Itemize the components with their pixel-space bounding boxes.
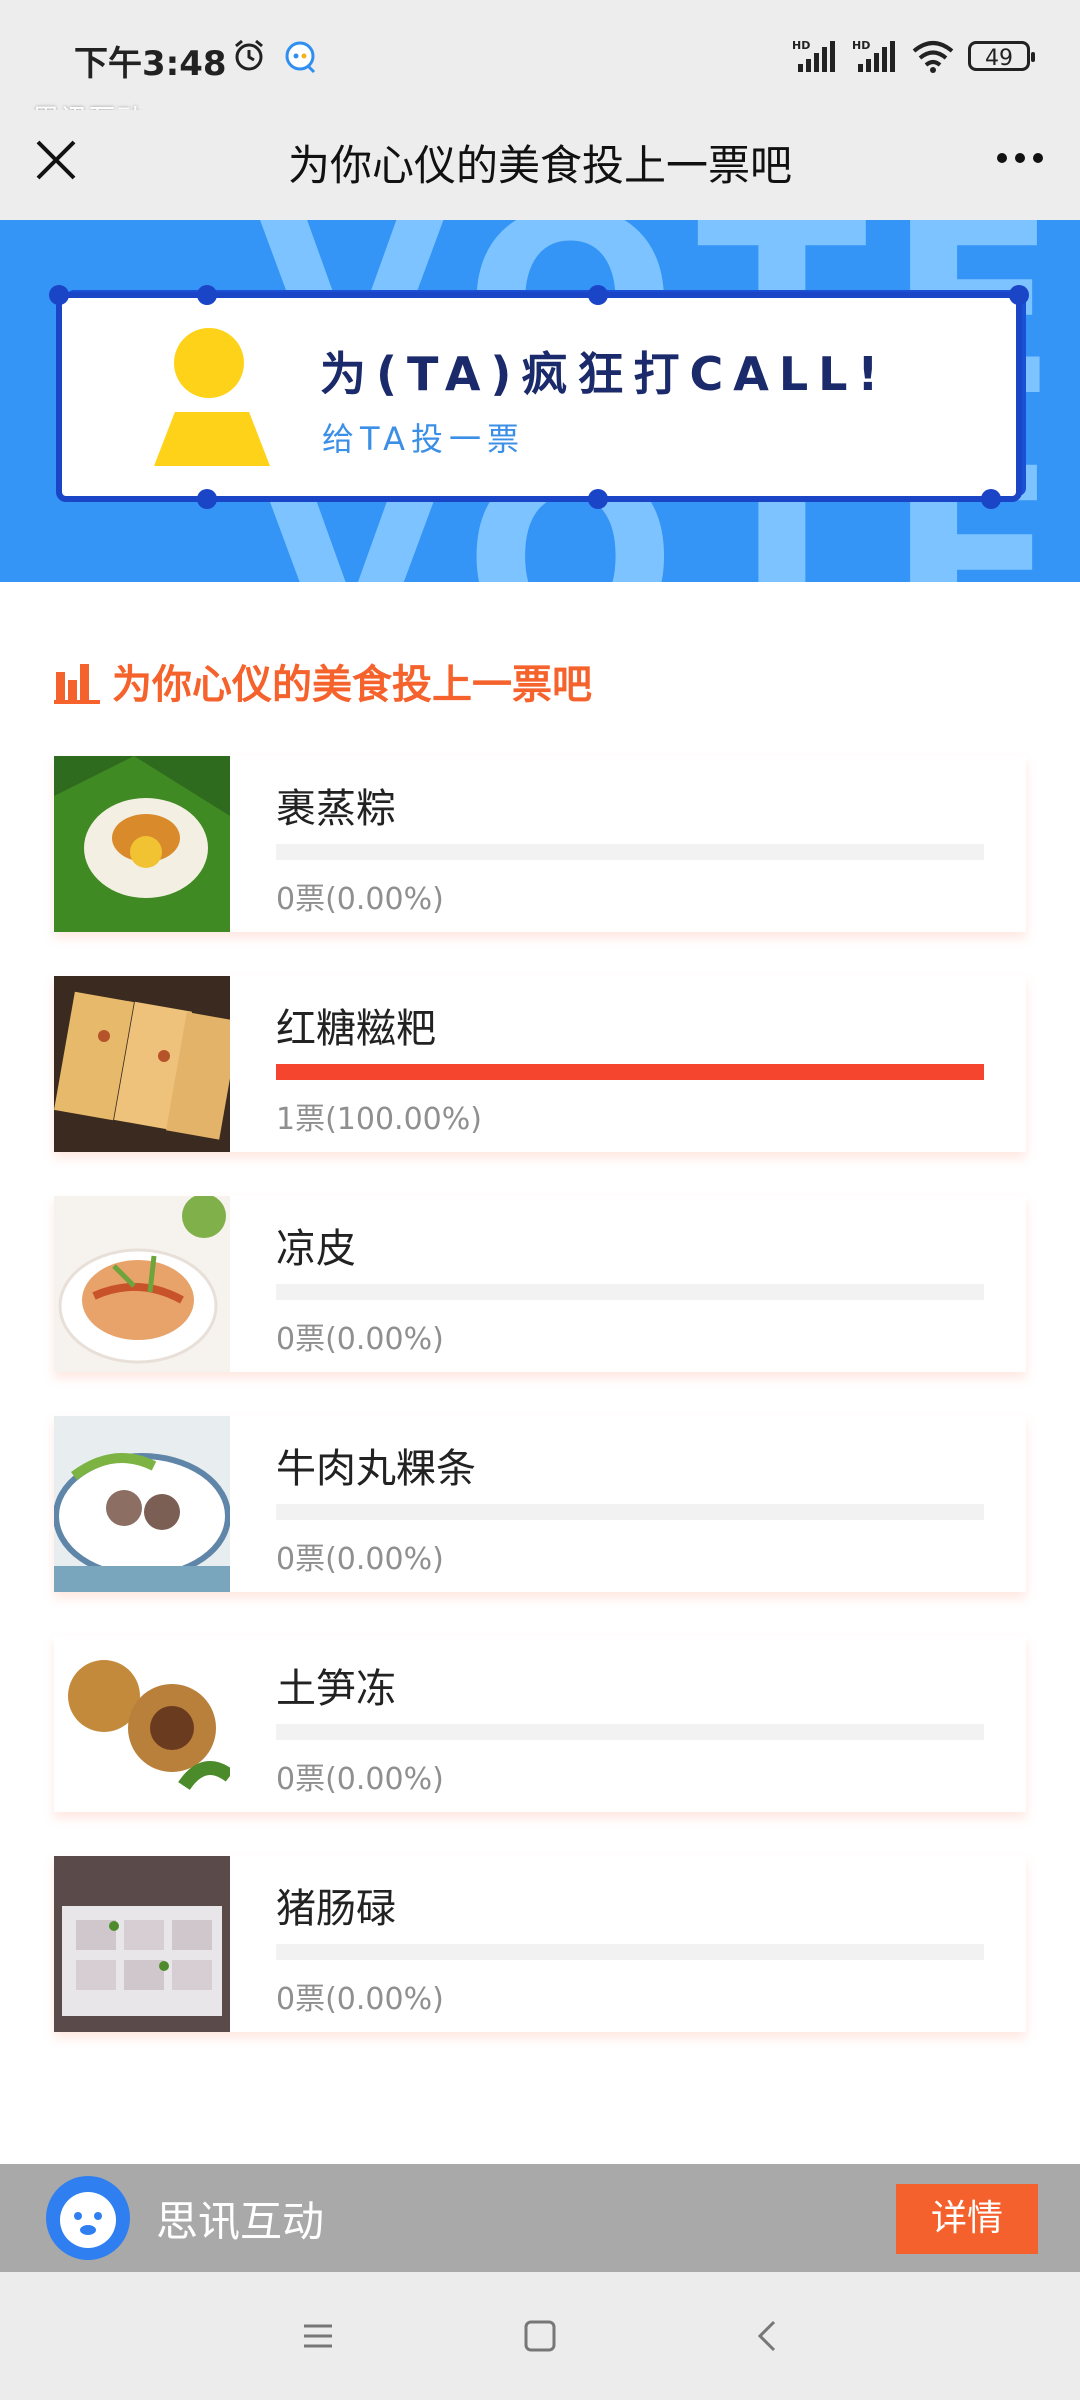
ticket-dot [588, 489, 608, 509]
ticket-dot [588, 285, 608, 305]
vote-item[interactable]: 土笋冻 0票(0.00%) [54, 1636, 1026, 1812]
vote-progress-track [276, 1284, 984, 1300]
food-image-liangpi [54, 1196, 230, 1372]
wifi-icon [912, 41, 954, 73]
section-heading: 为你心仪的美食投上一票吧 [54, 652, 592, 710]
vote-list: 裹蒸粽 0票(0.00%) 红糖糍粑 1票(100.00%) 凉皮 0票(0.0… [54, 756, 1026, 2076]
vote-item-name: 猪肠碌 [276, 1886, 396, 1932]
food-image-tusundong [54, 1636, 230, 1812]
vote-progress-track [276, 1724, 984, 1740]
footer-brand-name: 思讯互动 [156, 2197, 325, 2246]
signal-icon: HD [792, 39, 835, 72]
person-icon-body [154, 412, 270, 466]
banner-main-text: 为(TA)疯狂打CALL! [320, 347, 889, 401]
vote-item[interactable]: 裹蒸粽 0票(0.00%) [54, 756, 1026, 932]
vote-progress-fill [276, 1064, 984, 1080]
status-indicators: HD HD 49 [792, 36, 1035, 76]
banner-sub-text: 给TA投一票 [322, 420, 525, 458]
svg-text:HD: HD [792, 39, 810, 52]
vote-item[interactable]: 凉皮 0票(0.00%) [54, 1196, 1026, 1372]
details-button[interactable]: 详情 [896, 2184, 1038, 2254]
signal-icon-2: HD [852, 39, 895, 72]
vote-item-count: 0票(0.00%) [276, 882, 444, 917]
ticket-dot [49, 285, 69, 305]
food-image-beef-ball-noodle [54, 1416, 230, 1592]
footer-bar: 思讯互动 详情 [0, 2164, 1080, 2272]
food-image-zhuchanglu [54, 1856, 230, 2032]
vote-item-count: 1票(100.00%) [276, 1102, 482, 1137]
home-icon[interactable] [516, 2312, 564, 2360]
vote-item-count: 0票(0.00%) [276, 1542, 444, 1577]
ticket-dot [1009, 285, 1029, 305]
vote-item-name: 裹蒸粽 [276, 786, 396, 832]
vote-item[interactable]: 红糖糍粑 1票(100.00%) [54, 976, 1026, 1152]
vote-item-name: 凉皮 [276, 1226, 356, 1272]
lion-logo-icon [46, 2176, 130, 2260]
vote-progress-track [276, 1064, 984, 1080]
battery-indicator: 49 [968, 41, 1035, 71]
person-icon-head [174, 328, 244, 398]
svg-text:HD: HD [852, 39, 870, 52]
food-image-ciba [54, 976, 230, 1152]
section-title: 为你心仪的美食投上一票吧 [112, 662, 592, 708]
vote-item[interactable]: 猪肠碌 0票(0.00%) [54, 1856, 1026, 2032]
vote-item-name: 红糖糍粑 [276, 1006, 436, 1052]
ticket-card: 为(TA)疯狂打CALL! 给TA投一票 [49, 285, 1029, 509]
vote-item-name: 土笋冻 [276, 1666, 396, 1712]
vote-item-count: 0票(0.00%) [276, 1762, 444, 1797]
status-bar: 下午3:48 HD HD 49 [0, 0, 1080, 110]
ticket-dot [981, 489, 1001, 509]
vote-progress-track [276, 1504, 984, 1520]
vote-item-name: 牛肉丸粿条 [276, 1446, 476, 1492]
vote-item-count: 0票(0.00%) [276, 1322, 444, 1357]
vote-progress-track [276, 844, 984, 860]
ticket-dot [197, 489, 217, 509]
vote-progress-track [276, 1944, 984, 1960]
ticket-dot [197, 285, 217, 305]
system-nav-bar [0, 2272, 1080, 2400]
chat-app-icon [285, 41, 316, 74]
menu-icon[interactable] [294, 2312, 342, 2360]
vote-banner: VOTE VOTE 为(TA)疯狂打CALL! 给TA投一票 [0, 220, 1080, 582]
vote-item[interactable]: 牛肉丸粿条 0票(0.00%) [54, 1416, 1026, 1592]
more-icon[interactable] [990, 138, 1050, 178]
food-image-zongzi [54, 756, 230, 932]
page-title: 为你心仪的美食投上一票吧 [287, 141, 792, 190]
alarm-icon [235, 39, 263, 71]
bar-chart-icon [54, 664, 100, 704]
back-icon[interactable] [744, 2312, 792, 2360]
status-time: 下午3:48 [74, 44, 227, 84]
title-bar: 为你心仪的美食投上一票吧 [0, 110, 1080, 220]
vote-item-count: 0票(0.00%) [276, 1982, 444, 2017]
